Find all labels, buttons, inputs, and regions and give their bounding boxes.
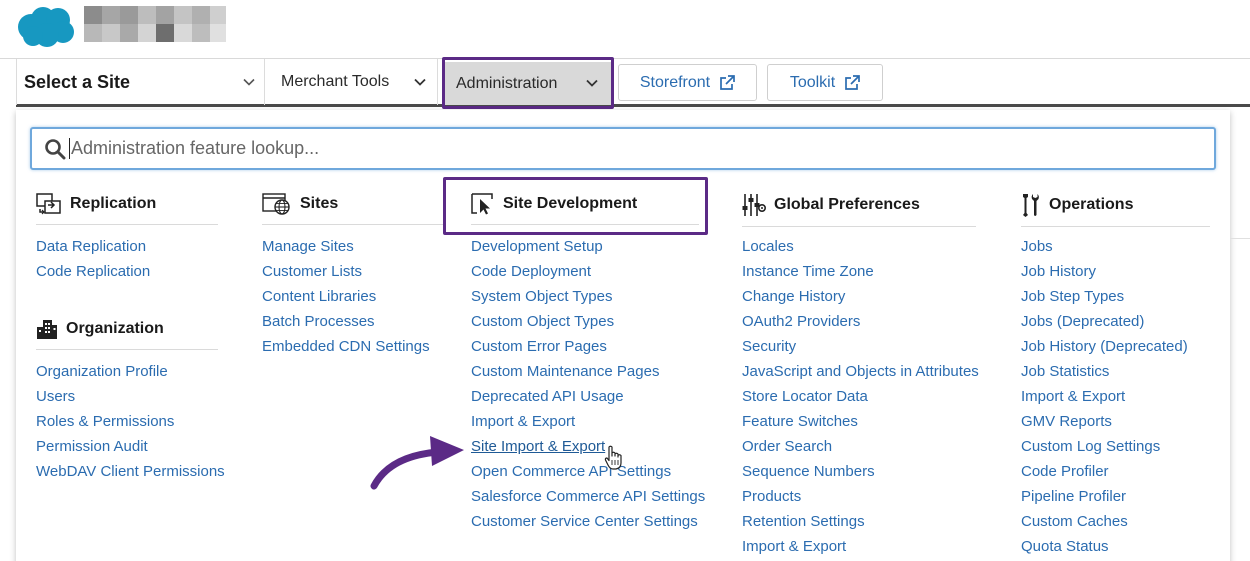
- operations-links: Jobs Job History Job Step Types Jobs (De…: [1021, 234, 1188, 559]
- link-security[interactable]: Security: [742, 334, 979, 359]
- link-webdav-client-permissions[interactable]: WebDAV Client Permissions: [36, 459, 225, 484]
- search-icon: [45, 138, 66, 159]
- divider: [1230, 238, 1250, 239]
- operations-title: Operations: [1049, 196, 1134, 213]
- link-job-step-types[interactable]: Job Step Types: [1021, 284, 1188, 309]
- link-customer-lists[interactable]: Customer Lists: [262, 259, 430, 284]
- top-header: [0, 0, 1250, 59]
- link-manage-sites[interactable]: Manage Sites: [262, 234, 430, 259]
- site-development-highlight-box: [443, 177, 708, 235]
- link-roles-permissions[interactable]: Roles & Permissions: [36, 409, 225, 434]
- link-permission-audit[interactable]: Permission Audit: [36, 434, 225, 459]
- global-preferences-heading: Global Preferences: [742, 193, 976, 227]
- link-open-commerce-api-settings[interactable]: Open Commerce API Settings: [471, 459, 705, 484]
- link-javascript-objects-attributes[interactable]: JavaScript and Objects in Attributes: [742, 359, 979, 384]
- link-feature-switches[interactable]: Feature Switches: [742, 409, 979, 434]
- link-job-history[interactable]: Job History: [1021, 259, 1188, 284]
- external-link-icon: [845, 74, 861, 90]
- organization-title: Organization: [66, 320, 164, 337]
- main-navbar: Select a Site Merchant Tools Administrat…: [16, 57, 1250, 109]
- feature-lookup-search[interactable]: [30, 127, 1216, 170]
- link-embedded-cdn-settings[interactable]: Embedded CDN Settings: [262, 334, 430, 359]
- site-development-links: Development Setup Code Deployment System…: [471, 234, 705, 534]
- link-custom-object-types[interactable]: Custom Object Types: [471, 309, 705, 334]
- link-code-deployment[interactable]: Code Deployment: [471, 259, 705, 284]
- globe-window-icon: [262, 193, 292, 215]
- link-retention-settings[interactable]: Retention Settings: [742, 509, 979, 534]
- external-link-icon: [720, 74, 735, 90]
- link-system-object-types[interactable]: System Object Types: [471, 284, 705, 309]
- toolkit-button[interactable]: Toolkit: [767, 64, 883, 101]
- link-import-export-global[interactable]: Import & Export: [742, 534, 979, 559]
- link-deprecated-api-usage[interactable]: Deprecated API Usage: [471, 384, 705, 409]
- organization-links: Organization Profile Users Roles & Permi…: [36, 359, 225, 484]
- sites-links: Manage Sites Customer Lists Content Libr…: [262, 234, 430, 359]
- link-jobs-deprecated[interactable]: Jobs (Deprecated): [1021, 309, 1188, 334]
- sites-heading: Sites: [262, 193, 446, 225]
- link-change-history[interactable]: Change History: [742, 284, 979, 309]
- toolkit-label: Toolkit: [789, 73, 836, 91]
- replication-links: Data Replication Code Replication: [36, 234, 150, 284]
- blurred-org-name: [84, 6, 226, 42]
- organization-heading: Organization: [36, 318, 218, 350]
- link-locales[interactable]: Locales: [742, 234, 979, 259]
- link-development-setup[interactable]: Development Setup: [471, 234, 705, 259]
- merchant-tools-menu[interactable]: Merchant Tools: [266, 59, 438, 105]
- site-select-label: Select a Site: [24, 71, 131, 92]
- operations-heading: Operations: [1021, 193, 1210, 227]
- link-gmv-reports[interactable]: GMV Reports: [1021, 409, 1188, 434]
- search-input[interactable]: [69, 138, 1169, 159]
- link-custom-maintenance-pages[interactable]: Custom Maintenance Pages: [471, 359, 705, 384]
- link-products[interactable]: Products: [742, 484, 979, 509]
- link-quota-status[interactable]: Quota Status: [1021, 534, 1188, 559]
- link-data-replication[interactable]: Data Replication: [36, 234, 150, 259]
- link-organization-profile[interactable]: Organization Profile: [36, 359, 225, 384]
- link-users[interactable]: Users: [36, 384, 225, 409]
- chevron-down-icon: [243, 78, 255, 86]
- link-store-locator-data[interactable]: Store Locator Data: [742, 384, 979, 409]
- link-content-libraries[interactable]: Content Libraries: [262, 284, 430, 309]
- replication-heading: Replication: [36, 193, 218, 225]
- link-pipeline-profiler[interactable]: Pipeline Profiler: [1021, 484, 1188, 509]
- link-custom-log-settings[interactable]: Custom Log Settings: [1021, 434, 1188, 459]
- link-job-statistics[interactable]: Job Statistics: [1021, 359, 1188, 384]
- replication-icon: [36, 193, 62, 215]
- link-jobs[interactable]: Jobs: [1021, 234, 1188, 259]
- link-custom-caches[interactable]: Custom Caches: [1021, 509, 1188, 534]
- link-sequence-numbers[interactable]: Sequence Numbers: [742, 459, 979, 484]
- site-select-dropdown[interactable]: Select a Site: [16, 59, 265, 105]
- storefront-label: Storefront: [639, 73, 711, 91]
- global-preferences-links: Locales Instance Time Zone Change Histor…: [742, 234, 979, 559]
- replication-title: Replication: [70, 195, 157, 212]
- link-custom-error-pages[interactable]: Custom Error Pages: [471, 334, 705, 359]
- building-icon: [36, 318, 58, 340]
- sites-title: Sites: [300, 195, 339, 212]
- salesforce-logo[interactable]: [14, 5, 76, 49]
- chevron-down-icon: [414, 78, 426, 86]
- link-oauth2-providers[interactable]: OAuth2 Providers: [742, 309, 979, 334]
- merchant-tools-label: Merchant Tools: [281, 73, 390, 90]
- annotation-arrow-icon: [370, 436, 464, 490]
- storefront-button[interactable]: Storefront: [618, 64, 757, 101]
- link-salesforce-commerce-api-settings[interactable]: Salesforce Commerce API Settings: [471, 484, 705, 509]
- tools-icon: [1021, 193, 1041, 217]
- link-import-export[interactable]: Import & Export: [471, 409, 705, 434]
- link-code-profiler[interactable]: Code Profiler: [1021, 459, 1188, 484]
- link-instance-time-zone[interactable]: Instance Time Zone: [742, 259, 979, 284]
- hand-pointer-icon: [604, 445, 622, 470]
- link-import-export-operations[interactable]: Import & Export: [1021, 384, 1188, 409]
- link-site-import-export[interactable]: Site Import & Export: [471, 434, 705, 459]
- link-batch-processes[interactable]: Batch Processes: [262, 309, 430, 334]
- sliders-icon: [742, 193, 766, 217]
- link-customer-service-center-settings[interactable]: Customer Service Center Settings: [471, 509, 705, 534]
- global-preferences-title: Global Preferences: [774, 196, 920, 213]
- link-job-history-deprecated[interactable]: Job History (Deprecated): [1021, 334, 1188, 359]
- administration-highlight-box: [442, 57, 614, 109]
- link-code-replication[interactable]: Code Replication: [36, 259, 150, 284]
- link-order-search[interactable]: Order Search: [742, 434, 979, 459]
